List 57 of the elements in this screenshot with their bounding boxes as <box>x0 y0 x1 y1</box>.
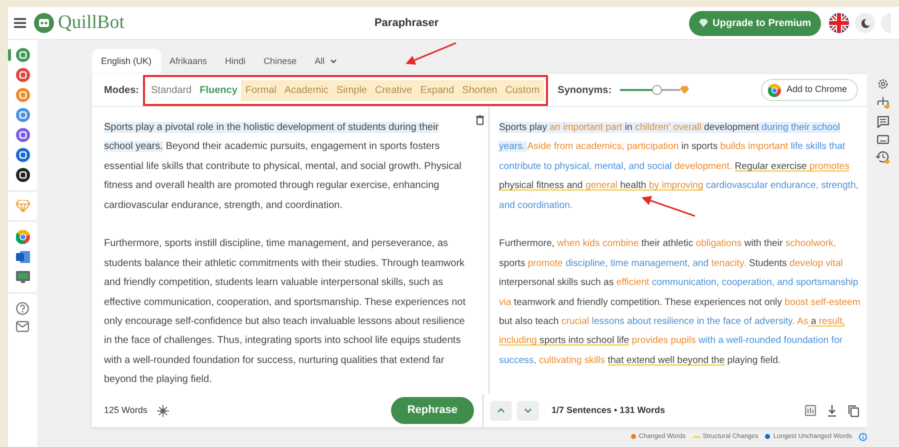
mode-tab[interactable]: Shorten <box>458 80 502 100</box>
slider-thumb[interactable] <box>652 85 662 95</box>
chrome-icon[interactable] <box>16 230 30 244</box>
help-icon[interactable] <box>16 302 29 315</box>
robot-logo-icon <box>34 13 54 33</box>
word-count: 125 Words <box>104 404 148 417</box>
gem-icon <box>698 19 708 27</box>
annotation-arrow <box>406 42 456 65</box>
keyboard-icon[interactable] <box>877 135 889 144</box>
copy-icon[interactable] <box>848 404 859 416</box>
download-icon[interactable] <box>827 404 837 416</box>
mail-icon[interactable] <box>16 321 29 332</box>
rephrase-button[interactable]: Rephrase <box>391 397 474 424</box>
trash-icon[interactable] <box>476 115 484 125</box>
mode-tab[interactable]: Fluency <box>196 80 242 100</box>
round-app-icon[interactable] <box>16 168 30 182</box>
menu-icon[interactable] <box>14 18 26 28</box>
upgrade-button[interactable]: Upgrade to Premium <box>688 10 821 36</box>
add-to-chrome-button[interactable]: Add to Chrome <box>761 79 858 101</box>
language-dropdown[interactable]: All <box>306 48 346 74</box>
flag-icon[interactable] <box>829 13 849 33</box>
modes-label: Modes: <box>104 84 139 98</box>
language-tab[interactable]: Chinese <box>254 48 306 74</box>
chevron-down-icon <box>524 407 532 414</box>
monitor-icon[interactable] <box>16 270 30 284</box>
history-icon[interactable] <box>876 151 890 164</box>
annotation-arrow <box>641 196 696 217</box>
language-tab[interactable]: Afrikaans <box>160 48 216 74</box>
paraphrased-paragraph[interactable]: Furthermore, when kids combine their athletic obligations with their schoolwork, sports promote discipline, time management, and tenacity. Students develop vital interpersonal skills such as efficient communication, cooperation, and sportsmanship via teamwork and friendly competition. These experiences not only boost self-esteem but also teach crucial lessons about resilience in the face of adversity. As a result, including sports into school life provides pupils with a well-rounded foundation for success, cultivating skills that extend well beyond the playing field. <box>499 234 863 370</box>
gem-icon <box>680 86 689 94</box>
hierarchy-icon[interactable] <box>876 97 890 109</box>
chevron-down-icon <box>330 58 337 64</box>
language-tab[interactable]: Hindi <box>216 48 255 74</box>
mode-tab[interactable]: Standard <box>147 80 196 100</box>
chevron-up-icon <box>496 407 504 414</box>
page-title: Paraphraser <box>373 16 440 31</box>
mode-tab[interactable]: Formal <box>241 80 281 100</box>
input-paragraph[interactable]: Furthermore, sports instill discipline, time management, and perseverance, as students balance their athletic commitments with their studies. Through teamwork and friendly competition, students learn valuable interpersonal skills, such as effective communication, cooperation, and sportsmanship. These experiences not only encourage self-confidence but also teach invaluable lessons about resilience in the face of challenges. Thus, integrating sports into school life equips students with a well-rounded foundation for success, nurturing qualities that extend far beyond the playing field. <box>104 234 468 390</box>
chrome-icon <box>768 84 782 96</box>
mode-tab[interactable]: Custom <box>501 80 544 100</box>
info-icon[interactable] <box>859 432 867 441</box>
chart-icon[interactable] <box>805 405 816 416</box>
mode-tab[interactable]: Simple <box>332 80 371 100</box>
comment-icon[interactable] <box>877 116 889 128</box>
synonyms-label: Synonyms: <box>558 84 612 98</box>
language-tab[interactable]: English (UK) <box>92 48 161 74</box>
logo-text: QuillBot <box>58 10 125 35</box>
mode-tab[interactable]: Creative <box>371 80 416 100</box>
theme-toggle[interactable] <box>855 13 875 33</box>
document-app-icon[interactable] <box>16 250 30 264</box>
input-paragraph[interactable]: Sports play a pivotal role in the holistic development of students during their school years. Beyond their academic pursuits, engagement in sports fosters essential life skills that contribute to physical, mental, and social growth. Physical fitness and overall health are promoted through regular exercise, enhancing cardiovascular endurance, strength, and coordination. <box>104 118 468 216</box>
settings-icon[interactable] <box>877 78 889 90</box>
mode-tab[interactable]: Academic <box>280 80 332 100</box>
moon-icon <box>860 18 870 28</box>
mode-tab[interactable]: Expand <box>416 80 458 100</box>
sentence-count: 1/7 Sentences • 131 Words <box>552 404 666 417</box>
paraphrased-paragraph[interactable]: Sports play an important part in children' overall development during their school years. Aside from academics, participation in sports builds important life skills that contribute to physical, mental, and social development. Regular exercise promotes physical fitness and general health by improving cardiovascular endurance, strength, and coordination. <box>499 118 863 216</box>
